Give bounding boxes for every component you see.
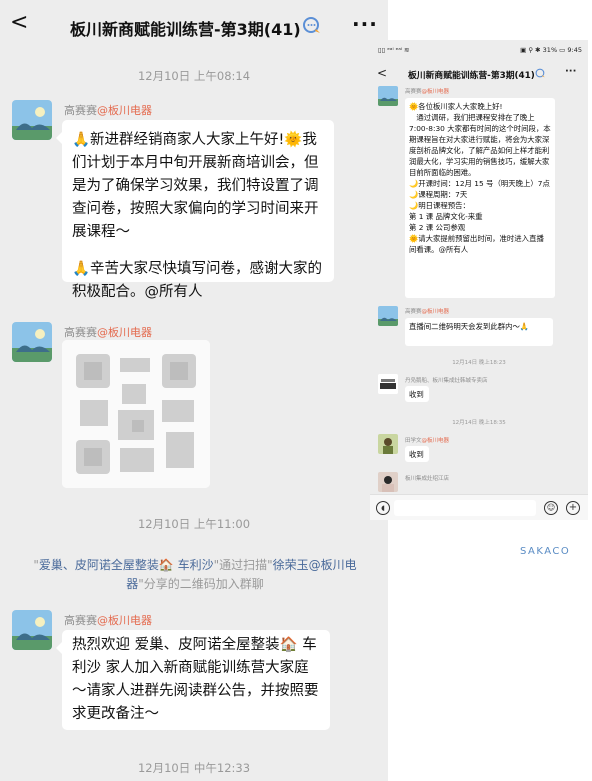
message-text: 收到 (409, 390, 424, 399)
avatar[interactable] (378, 472, 398, 492)
chat-window-left: < 板川新商赋能训练营-第3期(41) ··· 12月10日 上午08:14 高… (0, 0, 388, 781)
message-text: 热烈欢迎 爱巢、皮阿诺全屋整装🏠 车利沙 家人加入新商赋能训练营大家庭～请家人进… (72, 637, 319, 722)
timestamp: 12月10日 中午12:33 (137, 761, 251, 775)
chat-window-right: ▯▯ ᵉᵃˡ ᵉᵃˡ ≋ ▣ ⚲ ✱ 31% ▭ 9:45 < 板川新商赋能训练… (370, 40, 588, 520)
emoji-icon[interactable]: ☺ (544, 501, 558, 515)
message-line: 🌙明日课程预告： (409, 201, 470, 210)
avatar[interactable] (12, 610, 52, 650)
avatar[interactable] (378, 306, 398, 326)
sender-name: 高赛赛@板川电器 (64, 326, 152, 339)
sender-name: 高赛赛@板川电器 (405, 89, 450, 95)
signal-icons: ▯▯ ᵉᵃˡ ᵉᵃˡ ≋ (378, 46, 410, 54)
timestamp: 12月10日 上午11:00 (137, 517, 251, 531)
message-bubble[interactable]: 🙏新进群经销商家人大家上午好!🌞我们计划于本月中旬开展新商培训会，但是为了确保学… (56, 120, 334, 300)
member-link[interactable]: 爱巢、皮阿诺全屋整装🏠 车利沙 (39, 558, 214, 572)
screenshot-collage: < 板川新商赋能训练营-第3期(41) ··· 12月10日 上午08:14 高… (0, 0, 592, 781)
more-menu-button[interactable]: ··· (565, 66, 576, 77)
timestamp: 12月14日 晚上18:23 (452, 360, 506, 366)
chat-header: < 板川新商赋能训练营-第3期(41) ··· (0, 0, 388, 52)
sender-name: 板川集成灶绍江店 (405, 476, 450, 482)
sender-name: 高赛赛@板川电器 (64, 614, 152, 627)
avatar[interactable] (12, 100, 52, 140)
message-input[interactable] (394, 500, 536, 516)
message-line: 🌞各位板川家人大家晚上好! (409, 102, 503, 111)
message-text: 收到 (409, 450, 424, 459)
status-bar: ▯▯ ᵉᵃˡ ᵉᵃˡ ≋ ▣ ⚲ ✱ 31% ▭ 9:45 (370, 40, 588, 58)
back-button[interactable]: < (377, 66, 387, 80)
message-line: 🌙开课时间：12月 15 号（明天晚上）7点 (409, 179, 550, 188)
message-text: 🙏辛苦大家尽快填写问卷，感谢大家的积极配合。@所有人 (72, 261, 323, 300)
message-bubble[interactable]: 收到 (405, 386, 429, 402)
system-join-notice: "爱巢、皮阿诺全屋整装🏠 车利沙"通过扫描"徐荣玉@板川电器"分享的二维码加入群… (33, 558, 357, 591)
watermark: SAKACO (520, 546, 571, 557)
sender-name: 高赛赛@板川电器 (64, 104, 152, 117)
more-menu-button[interactable]: ··· (352, 12, 378, 36)
message-line: 通过调研，我们把课程安排在了晚上 7:00-8:30 大家都有时间的这个时间段，… (409, 113, 551, 177)
chat-title: 板川新商赋能训练营-第3期(41) (408, 71, 535, 81)
battery-time: ▣ ⚲ ✱ 31% ▭ 9:45 (520, 46, 582, 54)
message-text: 🙏新进群经销商家人大家上午好!🌞我们计划于本月中旬开展新商培训会，但是为了确保学… (72, 132, 319, 240)
voice-icon[interactable]: ◖ (376, 501, 390, 515)
avatar[interactable] (378, 434, 398, 454)
message-line: 第 2 课 公司参观 (409, 223, 466, 232)
sender-name: 田学文@板川电器 (405, 438, 450, 444)
sender-name: 丹凫鹅船、板川集成灶韩城专卖店 (405, 378, 488, 384)
sender-name: 高赛赛@板川电器 (405, 309, 450, 315)
timestamp: 12月10日 上午08:14 (137, 69, 251, 83)
message-bubble[interactable]: 收到 (405, 446, 429, 462)
message-line: 🌞请大家提前预留出时间，准时进入直播间看课。@所有人 (409, 234, 544, 254)
message-text: 直播间二维码明天会发到此群内～🙏 (409, 322, 530, 331)
message-bubble[interactable]: 直播间二维码明天会发到此群内～🙏 (405, 318, 553, 346)
qr-code-image[interactable] (62, 340, 210, 488)
avatar[interactable] (378, 374, 398, 394)
timestamp: 12月14日 晚上18:35 (452, 420, 506, 426)
avatar[interactable] (12, 322, 52, 362)
input-bar: ◖ ☺ + (370, 494, 588, 520)
plus-icon[interactable]: + (566, 501, 580, 515)
message-line: 第 1 课 品牌文化-来重 (409, 212, 483, 221)
message-bubble[interactable]: 热烈欢迎 爱巢、皮阿诺全屋整装🏠 车利沙 家人加入新商赋能训练营大家庭～请家人进… (56, 630, 330, 730)
group-assistant-icon[interactable] (535, 68, 546, 78)
chat-title: 板川新商赋能训练营-第3期(41) (70, 20, 301, 39)
message-line: 🌙课程周期：7天 (409, 190, 468, 199)
group-assistant-icon[interactable] (302, 16, 322, 34)
back-button[interactable]: < (10, 10, 28, 35)
chat-header: < 板川新商赋能训练营-第3期(41) ··· (370, 64, 588, 86)
message-bubble[interactable]: 🌞各位板川家人大家晚上好! 通过调研，我们把课程安排在了晚上 7:00-8:30… (405, 98, 555, 298)
avatar[interactable] (378, 86, 398, 106)
